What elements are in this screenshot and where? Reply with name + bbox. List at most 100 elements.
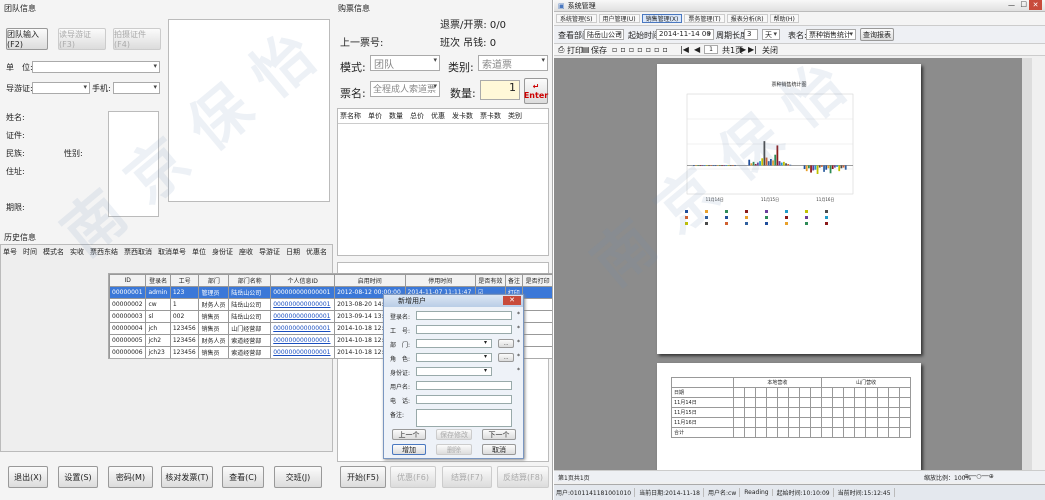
period-field[interactable]: 3: [744, 29, 758, 40]
phone-field[interactable]: [113, 82, 160, 94]
x-tick-label: 11月15日: [761, 197, 779, 202]
legend-swatch: [745, 216, 748, 219]
bottom-button[interactable]: 交班(J): [274, 466, 322, 488]
discount-button[interactable]: 优惠(F6): [390, 466, 436, 488]
resettle-button[interactable]: 反结算(F8): [497, 466, 549, 488]
prev-page-icon[interactable]: ◀: [694, 45, 700, 54]
table-cell: [887, 387, 900, 398]
user-cell: 000000000000001: [270, 322, 336, 335]
bottom-button[interactable]: 退出(X): [8, 466, 48, 488]
chevron-down-icon[interactable]: ▾: [484, 339, 487, 346]
save-modify-button[interactable]: 保存修改: [436, 429, 472, 440]
legend-swatch: [685, 216, 688, 219]
table-cell: [798, 387, 812, 398]
report-canvas[interactable]: 票种销售统计图 11月14日 11月15日 11月16日 本地营收 山门营收 日期 11月…: [554, 58, 1032, 470]
table-cell: [810, 427, 823, 438]
table-cell: [765, 427, 778, 438]
chart-bar: [729, 165, 732, 167]
user-cell: jch2: [145, 334, 171, 347]
chevron-down-icon[interactable]: ▾: [484, 353, 487, 360]
dialog-field-input[interactable]: [416, 395, 512, 404]
table-cell: [821, 387, 834, 398]
table-cell: [887, 397, 900, 408]
more-button[interactable]: ...: [498, 339, 514, 348]
dialog-field-input[interactable]: [416, 367, 492, 376]
table-cell: [876, 417, 889, 428]
chart-bar: [816, 165, 819, 174]
table-cell: [832, 387, 845, 398]
viewer-tool-icons[interactable]: ▫▫▫▫▫▫▫: [612, 45, 671, 54]
maximize-icon[interactable]: □: [1020, 0, 1027, 8]
chart-bar: [750, 163, 753, 166]
print-button[interactable]: 打印: [567, 45, 583, 56]
tab-1[interactable]: 用户管理(U): [598, 14, 640, 23]
save-button[interactable]: 保存: [591, 45, 607, 56]
dialog-field-input[interactable]: [416, 339, 492, 348]
mode-select[interactable]: 团队: [370, 55, 440, 71]
table-cell: [843, 397, 856, 408]
tab-0[interactable]: 系统管理(S): [556, 14, 597, 23]
team-input-button[interactable]: 团队输入(F2): [6, 28, 48, 50]
dept-select[interactable]: 陆岳山公司: [584, 29, 624, 40]
close-window-icon[interactable]: ✕: [1029, 0, 1042, 10]
tab-5[interactable]: 帮助(H): [769, 14, 799, 23]
next-page-icon[interactable]: ▶: [740, 45, 746, 54]
table-cell: [776, 387, 789, 398]
enter-arrow-icon: ↵: [532, 82, 540, 91]
tab-2[interactable]: 销售管理(X): [641, 14, 683, 23]
qty-field[interactable]: 1: [480, 80, 520, 100]
print-icon[interactable]: ⎙: [558, 45, 564, 55]
read-guide-button[interactable]: 读导游证(F3): [58, 28, 106, 50]
chevron-down-icon[interactable]: ▾: [484, 367, 487, 374]
next-user-button[interactable]: 下一个: [482, 429, 516, 440]
bottom-button[interactable]: 核对发票(T): [161, 466, 213, 488]
dialog-field-input[interactable]: [416, 325, 512, 334]
ticket-name-select[interactable]: 全程成人索道票: [370, 81, 440, 97]
query-report-button[interactable]: 查询报表: [860, 28, 894, 41]
save-icon[interactable]: ▤: [582, 45, 590, 54]
table-cell: [832, 417, 845, 428]
bottom-button[interactable]: 查看(C): [222, 466, 264, 488]
close-icon[interactable]: ✕: [503, 296, 521, 305]
dialog-field-input[interactable]: [416, 409, 512, 427]
id-label: 证件:: [6, 131, 25, 140]
unit-select-day[interactable]: 天: [762, 29, 780, 40]
dialog-field-input[interactable]: [416, 353, 492, 362]
settle-button[interactable]: 结算(F7): [442, 466, 492, 488]
table-cell: [854, 427, 867, 438]
more-button[interactable]: ...: [498, 353, 514, 362]
dialog-field-input[interactable]: [416, 381, 512, 390]
sold-count: 退票/开票: 0/0: [440, 20, 507, 31]
enter-button[interactable]: ↵ Enter: [524, 78, 548, 104]
delete-button[interactable]: 删除: [436, 444, 472, 455]
ticket-grid[interactable]: 票名称 单价 数量 总价 优惠 发卡数 票卡数 类别: [337, 108, 549, 256]
tab-4[interactable]: 报表分析(R): [726, 14, 768, 23]
minimize-icon[interactable]: —: [1008, 1, 1015, 9]
dialog-field-input[interactable]: [416, 311, 512, 320]
tab-3[interactable]: 票务管理(T): [684, 14, 725, 23]
guide-field[interactable]: [32, 82, 90, 94]
prev-user-button[interactable]: 上一个: [392, 429, 426, 440]
cancel-button[interactable]: 取消: [482, 444, 516, 455]
ticket-header: 票名称 单价 数量 总价 优惠 发卡数 票卡数 类别: [338, 109, 548, 124]
zoom-slider[interactable]: ⊖──○──⊕: [964, 473, 994, 480]
ticket-col: 发卡数: [452, 112, 473, 120]
first-page-icon[interactable]: |◀: [680, 45, 689, 54]
page-field[interactable]: 1: [704, 45, 718, 54]
user-cell: 123456: [169, 346, 200, 358]
close-viewer-button[interactable]: 关闭: [762, 45, 778, 56]
start-field[interactable]: 2014-11-14 00: [656, 29, 714, 40]
bottom-button[interactable]: 设置(S): [58, 466, 98, 488]
type-select[interactable]: 索道票: [478, 55, 548, 71]
bottom-button[interactable]: 密码(M): [108, 466, 153, 488]
unit-select[interactable]: [32, 61, 160, 73]
chart-bar: [767, 161, 770, 166]
last-page-icon[interactable]: ▶|: [748, 45, 757, 54]
add-button[interactable]: 增加: [392, 444, 426, 455]
report-select[interactable]: 票种销售统计: [806, 29, 856, 40]
start-button[interactable]: 开始(F5): [340, 466, 386, 488]
report-page-1: 票种销售统计图 11月14日 11月15日 11月16日: [657, 64, 921, 354]
photo-id-button[interactable]: 拍摄证件(F4): [113, 28, 161, 50]
table-cell: [743, 407, 756, 418]
vertical-scrollbar[interactable]: [1022, 58, 1032, 470]
